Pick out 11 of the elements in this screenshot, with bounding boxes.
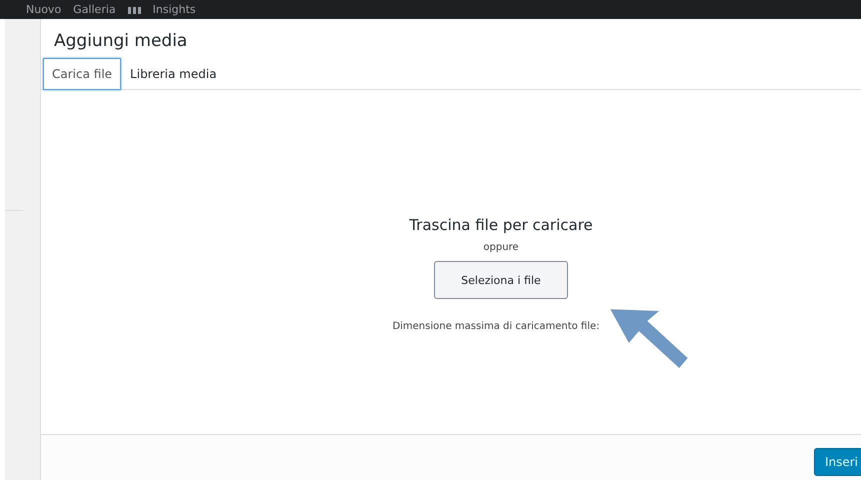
tab[interactable]: Carica file xyxy=(43,58,122,90)
select-files-button[interactable]: Seleziona i file xyxy=(434,261,568,299)
admin-bar-item[interactable]: Insights xyxy=(152,4,196,15)
admin-bar-item[interactable]: Galleria xyxy=(73,4,116,15)
max-size-note: Dimensione massima di caricamento file: xyxy=(392,321,600,332)
separator-text: oppure xyxy=(483,242,519,253)
upload-heading: Trascina file per caricare xyxy=(409,216,593,234)
tab[interactable]: Libreria media xyxy=(121,58,226,90)
modal-title: Aggiungi media xyxy=(53,30,188,53)
admin-bar-item[interactable]: Nuovo xyxy=(26,4,62,15)
insert-button[interactable]: Inseri xyxy=(814,448,861,476)
